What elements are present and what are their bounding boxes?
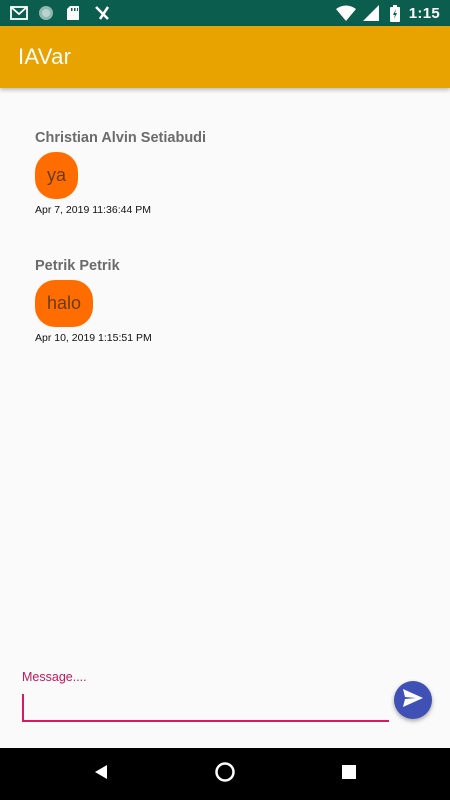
sync-icon xyxy=(38,5,56,21)
message-item: Petrik Petrik halo Apr 10, 2019 1:15:51 … xyxy=(35,258,152,344)
message-bubble: ya xyxy=(35,152,79,199)
message-input-label: Message.... xyxy=(22,670,87,684)
send-icon xyxy=(402,688,424,713)
send-button[interactable] xyxy=(394,681,432,719)
app-bar: IAVar xyxy=(0,26,450,88)
cellular-icon xyxy=(362,5,381,21)
wifi-icon xyxy=(335,5,356,21)
recents-icon xyxy=(342,764,356,784)
system-nav-bar xyxy=(0,748,450,800)
download-icon xyxy=(94,5,112,21)
text-cursor xyxy=(22,694,24,720)
home-icon xyxy=(214,761,236,788)
message-bubble: halo xyxy=(35,280,94,327)
recents-button[interactable] xyxy=(337,762,361,786)
back-button[interactable] xyxy=(89,762,113,786)
message-sender: Petrik Petrik xyxy=(35,258,120,274)
clock: 1:15 xyxy=(408,4,440,22)
gmail-icon xyxy=(10,5,28,21)
battery-icon xyxy=(389,5,400,22)
sd-card-icon xyxy=(66,5,84,21)
back-icon xyxy=(94,764,108,785)
message-timestamp: Apr 7, 2019 11:36:44 PM xyxy=(35,204,151,216)
message-input[interactable] xyxy=(22,690,389,722)
message-timestamp: Apr 10, 2019 1:15:51 PM xyxy=(35,332,152,344)
message-sender: Christian Alvin Setiabudi xyxy=(35,130,207,146)
app-title: IAVar xyxy=(18,44,72,69)
message-item: Christian Alvin Setiabudi ya Apr 7, 2019… xyxy=(35,130,206,216)
message-list[interactable]: Christian Alvin Setiabudi ya Apr 7, 2019… xyxy=(0,88,450,658)
home-button[interactable] xyxy=(213,761,237,788)
status-bar: 1:15 xyxy=(0,0,450,26)
message-composer: Message.... xyxy=(0,660,450,748)
